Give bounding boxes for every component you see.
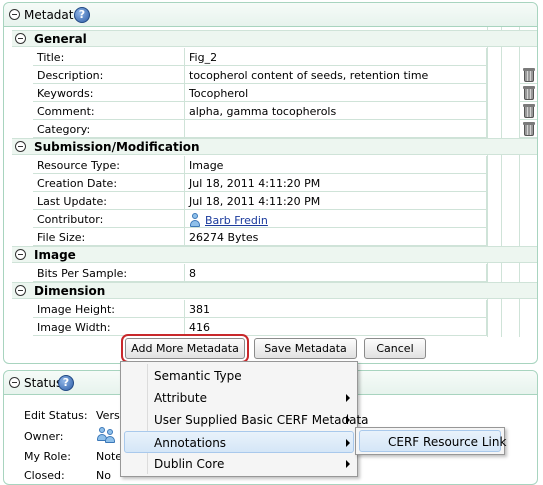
menu-item-cerf-resource-link[interactable]: CERF Resource Link [359,430,506,452]
submenu-arrow-icon [346,460,350,468]
row-value: Image [189,159,224,172]
trash-icon[interactable] [523,67,535,82]
status-panel-title: Status [24,376,63,390]
row-value: Tocopherol [189,87,249,100]
menu-item-label: User Supplied Basic CERF Metadata [154,413,369,427]
row-value: 8 [189,267,196,280]
menu-item-label: Dublin Core [154,457,225,471]
metadata-panel-title: Metadata [24,8,81,22]
help-icon[interactable]: ? [74,7,90,23]
metadata-panel-header: Metadata ? [4,3,537,27]
row-label: Resource Type: [37,159,120,172]
collapse-icon[interactable] [15,249,26,260]
group-icon [96,427,118,445]
contributor-link[interactable]: Barb Fredin [205,214,268,227]
row-label: Keywords: [37,87,94,100]
collapse-icon[interactable] [9,377,20,388]
status-label: My Role: [24,450,71,463]
row-label: Contributor: [37,213,104,226]
row-label: Bits Per Sample: [37,267,128,280]
row-label: Creation Date: [37,177,118,190]
cancel-button[interactable]: Cancel [364,338,426,359]
menu-item-attribute[interactable]: Attribute [124,387,354,409]
section-header-submission: Submission/Modification [12,138,537,155]
row-label: Title: [37,51,65,64]
menu-item-label: Attribute [154,391,207,405]
section-title: Image [34,248,76,262]
menu-item-label: Semantic Type [154,369,242,383]
submenu-arrow-icon [346,416,350,424]
section-header-dimension: Dimension [12,282,537,299]
submenu-arrow-icon [346,394,350,402]
menu-item-label: Annotations [154,436,227,450]
status-row: Closed: No [24,469,111,482]
section-title: Dimension [34,284,106,298]
row-value: 26274 Bytes [189,231,259,244]
row-label: Image Height: [37,303,116,316]
row-value: Jul 18, 2011 4:11:20 PM [189,177,321,190]
row-value: Fig_2 [189,51,218,64]
section-header-general: General [12,30,537,47]
row-label: Image Width: [37,321,111,334]
collapse-icon[interactable] [15,33,26,44]
row-value: Jul 18, 2011 4:11:20 PM [189,195,321,208]
menu-item-user-supplied-cerf-metadata[interactable]: User Supplied Basic CERF Metadata [124,409,369,431]
row-value: tocopherol content of seeds, retention t… [189,69,429,82]
status-label: Closed: [24,469,65,482]
status-row: Edit Status: Versi [24,409,123,422]
status-label: Edit Status: [24,409,88,422]
section-header-image: Image [12,246,537,263]
status-value: No [96,469,111,482]
submenu-arrow-icon [346,439,350,447]
menu-item-semantic-type[interactable]: Semantic Type [124,365,354,387]
menu-item-dublin-core[interactable]: Dublin Core [124,453,354,475]
status-row: Owner: [24,427,115,443]
row-label: Category: [37,123,91,136]
collapse-icon[interactable] [15,141,26,152]
collapse-icon[interactable] [15,285,26,296]
status-label: Owner: [24,430,64,443]
row-value: 416 [189,321,210,334]
row-label: Last Update: [37,195,107,208]
save-metadata-button[interactable]: Save Metadata [254,338,357,359]
row-label: File Size: [37,231,86,244]
menu-item-label: CERF Resource Link [388,435,507,449]
add-metadata-menu: Semantic Type Attribute User Supplied Ba… [120,361,369,477]
section-title: General [34,32,87,46]
row-label: Comment: [37,105,95,118]
collapse-icon[interactable] [9,9,20,20]
row-label: Description: [37,69,104,82]
row-value: 381 [189,303,210,316]
status-value: Versi [96,409,123,422]
trash-icon[interactable] [523,121,535,136]
trash-icon[interactable] [523,103,535,118]
section-title: Submission/Modification [34,140,200,154]
metadata-panel: Metadata ? General Title: Fig_2 Descript… [3,2,538,364]
trash-icon[interactable] [523,85,535,100]
add-more-metadata-button[interactable]: Add More Metadata [125,338,245,359]
help-icon[interactable]: ? [58,375,74,391]
status-row: My Role: Notel [24,450,125,463]
row-value: alpha, gamma tocopherols [189,105,337,118]
user-icon [189,213,201,227]
menu-item-annotations[interactable]: Annotations [124,431,354,453]
annotations-submenu: CERF Resource Link [355,427,506,455]
